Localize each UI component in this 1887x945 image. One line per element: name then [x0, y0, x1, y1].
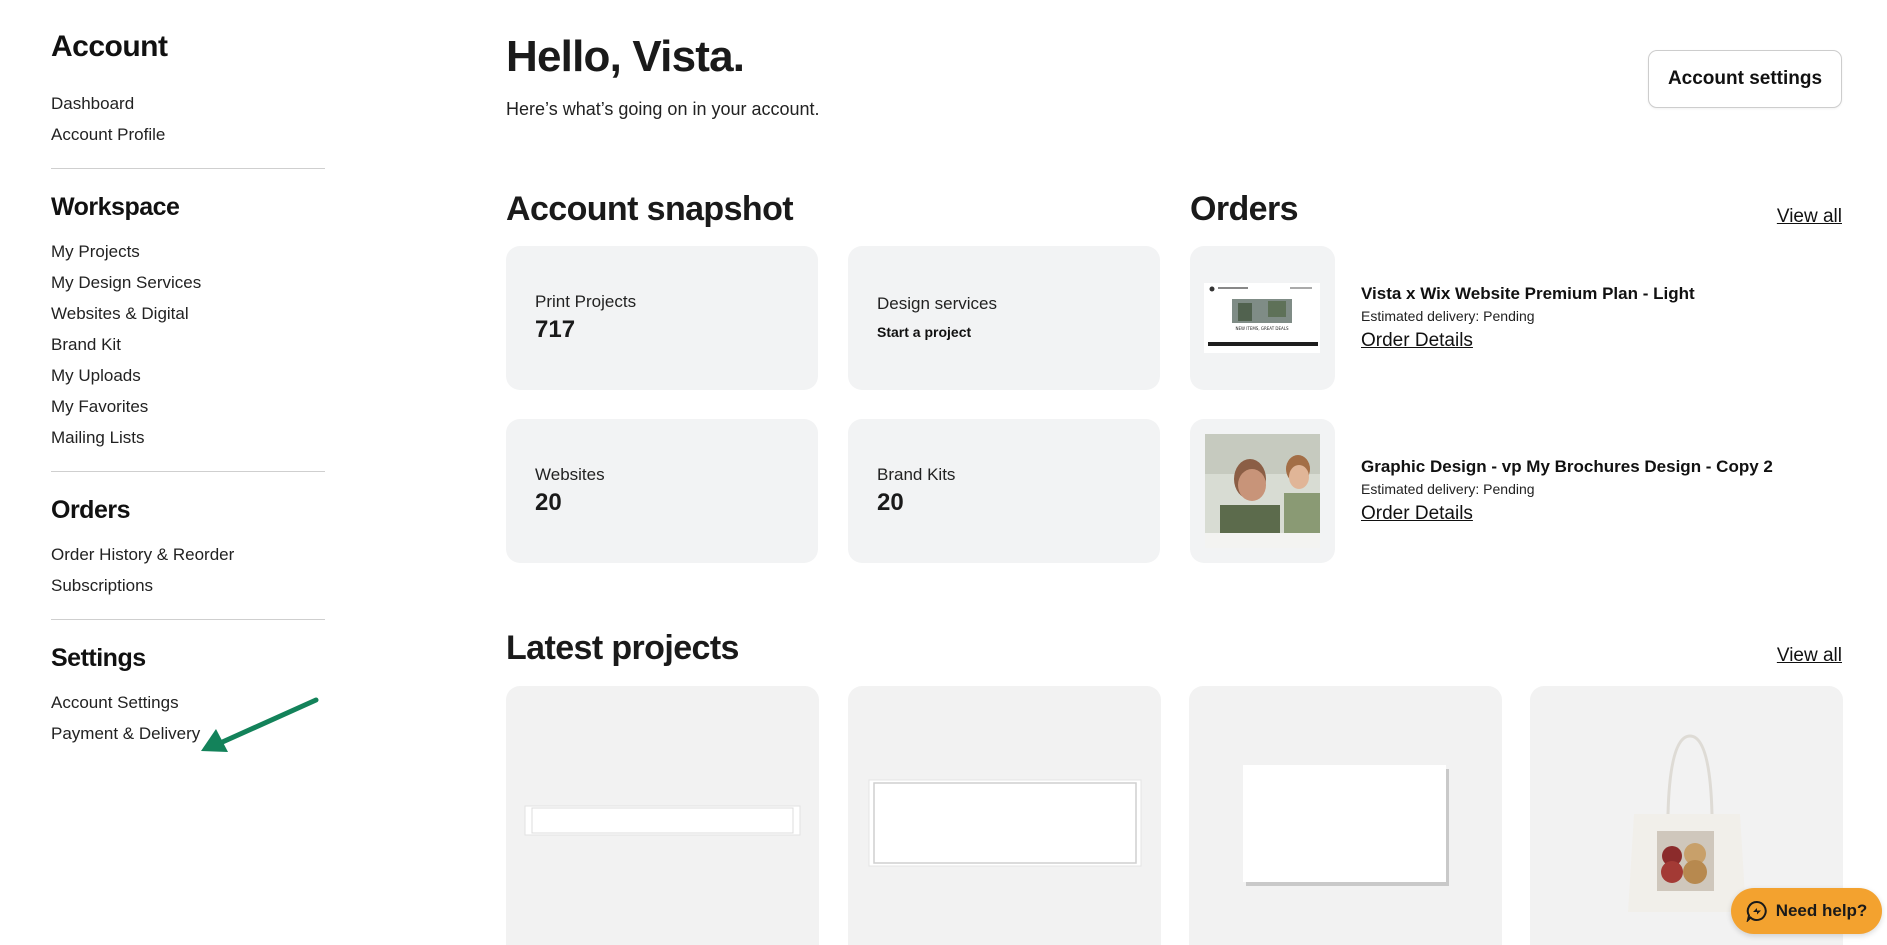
tile-label: Print Projects	[535, 292, 637, 311]
sidebar-item-brand-kit[interactable]: Brand Kit	[51, 329, 325, 360]
sidebar-group-orders: Orders Order History & Reorder Subscript…	[51, 496, 325, 620]
sidebar-item-my-design-services[interactable]: My Design Services	[51, 267, 325, 298]
orders-title: Orders	[1190, 190, 1299, 228]
order-thumbnail[interactable]: NEW ITEMS, GREAT DEALS	[1190, 246, 1335, 390]
order-name: Vista x Wix Website Premium Plan - Light	[1361, 284, 1695, 303]
project-thumbnail-image	[524, 805, 801, 836]
order-details-link[interactable]: Order Details	[1361, 330, 1473, 352]
sidebar-title: Account	[51, 30, 168, 63]
thumb-text: NEW ITEMS, GREAT DEALS	[1235, 326, 1289, 331]
snapshot-tile-brand-kits[interactable]: Brand Kits 20	[848, 419, 1160, 563]
order-details-link[interactable]: Order Details	[1361, 503, 1473, 525]
sidebar-item-dashboard[interactable]: Dashboard	[51, 88, 325, 119]
snapshot-title: Account snapshot	[506, 190, 794, 228]
project-card[interactable]	[848, 686, 1161, 945]
sidebar-item-account-profile[interactable]: Account Profile	[51, 119, 325, 150]
sidebar-item-subscriptions[interactable]: Subscriptions	[51, 570, 325, 601]
page-title: Hello, Vista.	[506, 32, 745, 81]
orders-view-all-link[interactable]: View all	[1777, 206, 1842, 228]
tile-value: 20	[535, 489, 562, 516]
sidebar-item-my-favorites[interactable]: My Favorites	[51, 391, 325, 422]
sidebar-group-account: Account Dashboard Account Profile	[51, 30, 325, 169]
need-help-button[interactable]: Need help?	[1731, 888, 1882, 934]
sidebar-section-title: Orders	[51, 496, 130, 524]
sidebar-group-workspace: Workspace My Projects My Design Services…	[51, 193, 325, 472]
sidebar-section-title: Settings	[51, 644, 146, 672]
snapshot-tile-websites[interactable]: Websites 20	[506, 419, 818, 563]
website-preview-image: NEW ITEMS, GREAT DEALS	[1204, 283, 1320, 353]
page-subtitle: Here’s what’s going on in your account.	[506, 99, 820, 119]
tile-value: 717	[535, 316, 576, 343]
projects-view-all-link[interactable]: View all	[1777, 645, 1842, 667]
latest-projects-title: Latest projects	[506, 629, 739, 667]
need-help-label: Need help?	[1775, 901, 1868, 920]
order-delivery: Estimated delivery: Pending	[1361, 308, 1535, 324]
tile-value: 20	[877, 489, 904, 516]
tile-label: Design services	[877, 294, 997, 313]
tile-label: Brand Kits	[877, 465, 956, 484]
project-thumbnail-image	[868, 779, 1142, 867]
sidebar: Account Dashboard Account Profile Worksp…	[51, 30, 325, 791]
main-content: Hello, Vista. Here’s what’s going on in …	[506, 0, 1843, 945]
project-thumbnail-image	[1243, 765, 1449, 886]
order-delivery: Estimated delivery: Pending	[1361, 481, 1535, 497]
project-card[interactable]	[1189, 686, 1502, 945]
arrow-annotation-icon	[201, 697, 319, 752]
snapshot-tile-print-projects[interactable]: Print Projects 717	[506, 246, 818, 390]
project-card[interactable]	[506, 686, 819, 945]
chat-icon	[1746, 900, 1767, 922]
sidebar-item-websites-digital[interactable]: Websites & Digital	[51, 298, 325, 329]
sidebar-item-my-projects[interactable]: My Projects	[51, 236, 325, 267]
order-name: Graphic Design - vp My Brochures Design …	[1361, 457, 1773, 476]
sidebar-item-my-uploads[interactable]: My Uploads	[51, 360, 325, 391]
sidebar-item-order-history[interactable]: Order History & Reorder	[51, 539, 325, 570]
brochure-photo-image	[1205, 434, 1320, 548]
tile-label: Websites	[535, 465, 605, 484]
sidebar-section-title: Workspace	[51, 193, 180, 221]
sidebar-item-mailing-lists[interactable]: Mailing Lists	[51, 422, 325, 453]
order-thumbnail[interactable]	[1190, 419, 1335, 563]
account-settings-button[interactable]: Account settings	[1648, 50, 1842, 108]
start-project-link[interactable]: Start a project	[877, 324, 1131, 340]
snapshot-tile-design-services: Design services Start a project	[848, 246, 1160, 390]
